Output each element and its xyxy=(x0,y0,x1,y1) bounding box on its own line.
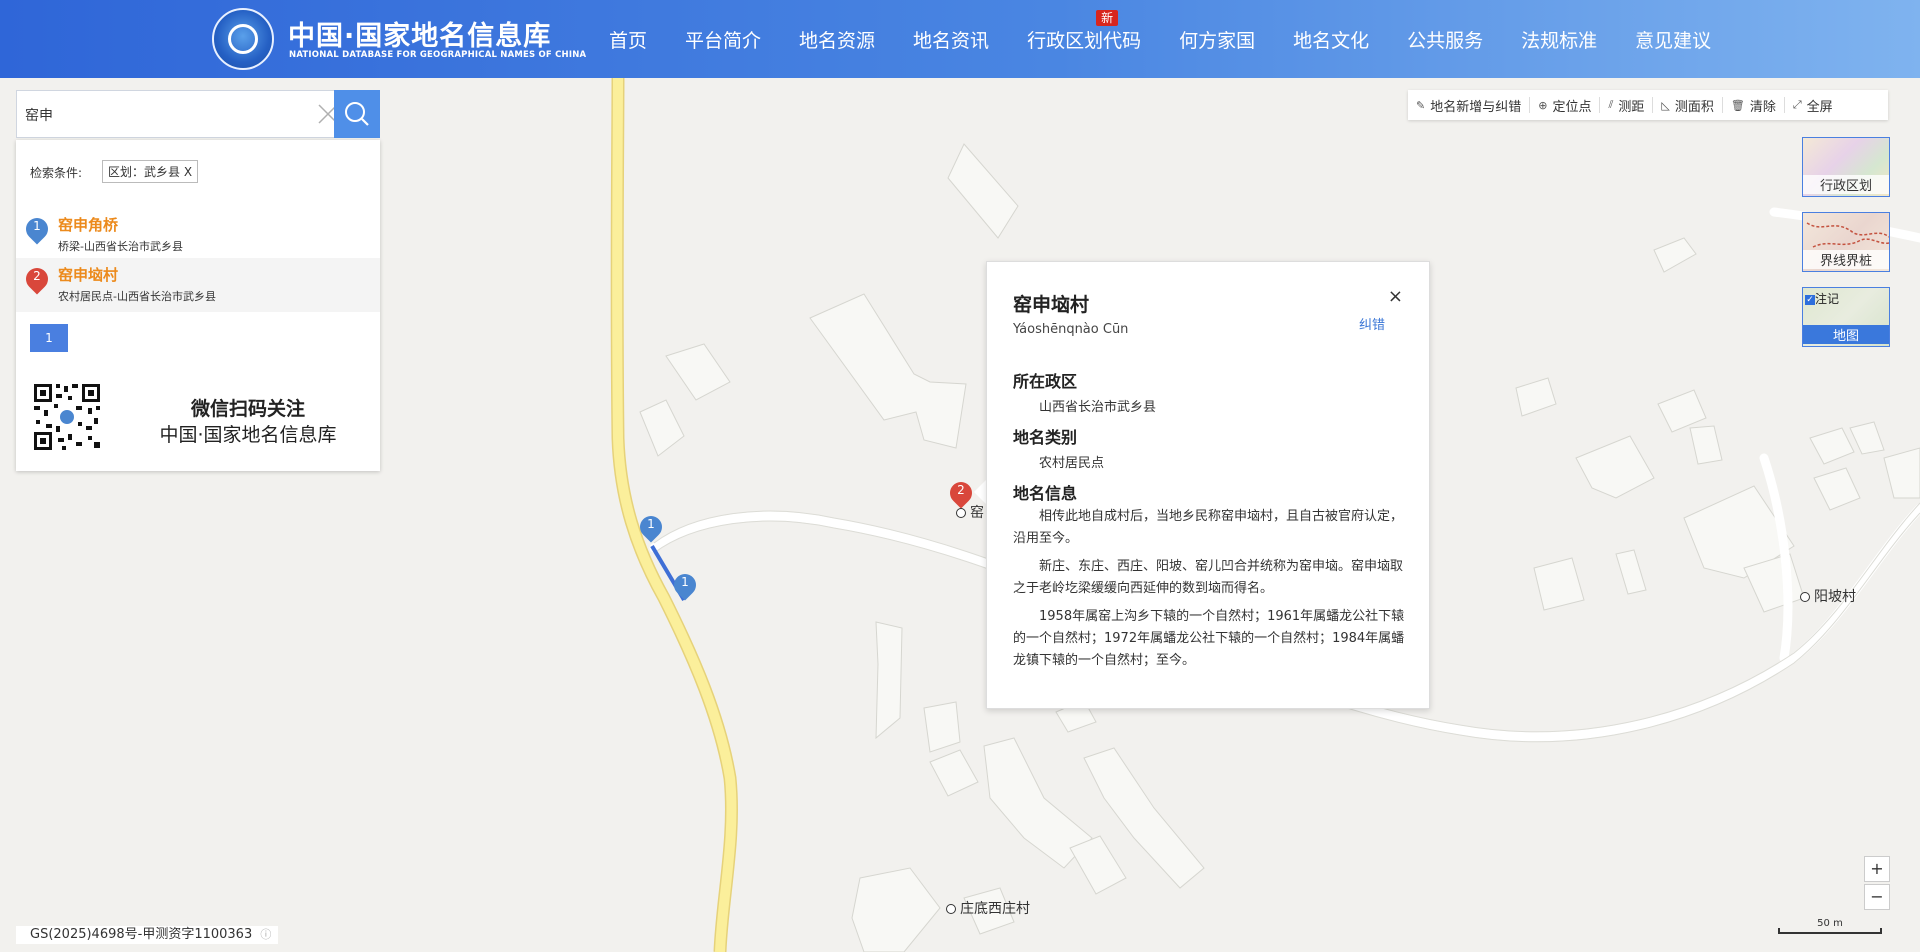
marker-number: 1 xyxy=(681,575,689,589)
map-place-label-zhuangdi[interactable]: 庄底西庄村 xyxy=(946,898,1030,918)
nav-feedback[interactable]: 意见建议 xyxy=(1616,26,1730,53)
result-item-1[interactable]: 1 窑申角桥 桥梁-山西省长治市武乡县 xyxy=(16,208,380,262)
nav-regulations[interactable]: 法规标准 xyxy=(1502,26,1616,53)
filter-tag[interactable]: 区划：武乡县 X xyxy=(102,160,199,183)
popup-pinyin: Yáoshēnqnào Cūn xyxy=(1013,322,1129,337)
boundary-lines-icon xyxy=(1806,222,1889,248)
site-title[interactable]: 中国·国家地名信息库 xyxy=(288,14,551,53)
copyright-notice: GS(2025)4698号-甲测资字1100363 ⓘ xyxy=(16,926,278,944)
result-number: 2 xyxy=(33,269,41,283)
nav-public-service[interactable]: 公共服务 xyxy=(1388,26,1502,53)
tool-label: 测距 xyxy=(1618,99,1645,115)
nav-admin-codes[interactable]: 行政区划代码 新 xyxy=(1008,9,1160,53)
info-paragraph-2: 新庄、东庄、西庄、阳坡、窑儿凹合并统称为窑申垴。窑申垴取之于老岭圪梁缓缓向西延伸… xyxy=(1013,559,1404,596)
type-heading: 地名类别 xyxy=(1013,428,1078,447)
search-icon xyxy=(345,102,369,126)
fullscreen-tool[interactable]: ⤢ 全屏 xyxy=(1785,97,1841,115)
result-desc: 农村居民点-山西省长治市武乡县 xyxy=(58,290,216,303)
map-place-label[interactable]: 窑 xyxy=(956,502,984,522)
result-desc: 桥梁-山西省长治市武乡县 xyxy=(58,240,183,253)
place-info-popup: 窑申垴村 Yáoshēnqnào Cūn × 纠错 所在政区 山西省长治市武乡县… xyxy=(986,261,1430,709)
info-paragraph-3: 1958年属窑上沟乡下辕的一个自然村；1961年属蟠龙公社下辕的一个自然村；19… xyxy=(1013,609,1405,668)
region-heading: 所在政区 xyxy=(1013,372,1078,391)
search-input[interactable] xyxy=(23,99,307,131)
search-results-panel: 检索条件: 区划：武乡县 X 1 窑申角桥 桥梁-山西省长治市武乡县 2 窑申垴… xyxy=(16,140,380,471)
result-name[interactable]: 窑申垴村 xyxy=(58,264,118,285)
header: 中国·国家地名信息库 NATIONAL DATABASE FOR GEOGRAP… xyxy=(0,0,1920,78)
site-subtitle: NATIONAL DATABASE FOR GEOGRAPHICAL NAMES… xyxy=(289,50,587,60)
zoom-in-button[interactable]: + xyxy=(1864,856,1890,882)
map-toolbar: ✎ 地名新增与纠错 ⊕ 定位点 ⫽ 测距 ◺ 测面积 🗑 清除 ⤢ 全屏 xyxy=(1408,90,1888,120)
filter-label: 检索条件: xyxy=(30,166,83,180)
new-badge: 新 xyxy=(1096,9,1119,26)
place-name: 阳坡村 xyxy=(1814,589,1856,605)
logo-emblem-icon[interactable] xyxy=(212,8,274,70)
popup-arrow xyxy=(974,480,986,504)
marker-number: 1 xyxy=(647,517,655,531)
crosshair-icon: ⊕ xyxy=(1538,98,1548,112)
nav-admin-codes-label: 行政区划代码 xyxy=(1027,29,1142,52)
ruler-icon: ⫽ xyxy=(1608,98,1614,111)
annotation-toggle[interactable]: ✓注记 xyxy=(1805,290,1839,307)
popup-title: 窑申垴村 xyxy=(1013,294,1090,316)
measure-area-tool[interactable]: ◺ 测面积 xyxy=(1653,97,1723,115)
result-number: 1 xyxy=(33,219,41,233)
layer-boundary[interactable]: 界线界桩 xyxy=(1802,212,1890,272)
scale-bar: 50 m xyxy=(1778,918,1882,934)
qr-title: 微信扫码关注 xyxy=(190,398,305,420)
marker-number: 2 xyxy=(957,483,965,497)
result-name[interactable]: 窑申角桥 xyxy=(58,214,118,235)
correct-link[interactable]: 纠错 xyxy=(1359,314,1385,333)
map-place-label-yangpo[interactable]: 阳坡村 xyxy=(1800,586,1856,606)
nav-intro[interactable]: 平台简介 xyxy=(666,26,780,53)
trash-icon: 🗑 xyxy=(1730,98,1745,112)
tool-label: 定位点 xyxy=(1552,99,1592,115)
nav-home[interactable]: 首页 xyxy=(590,26,666,53)
info-heading: 地名信息 xyxy=(1013,484,1078,503)
place-dot-icon xyxy=(956,508,966,518)
zoom-out-button[interactable]: − xyxy=(1864,884,1890,910)
scale-bar-line xyxy=(1778,928,1882,934)
place-dot-icon xyxy=(946,904,956,914)
tool-label: 全屏 xyxy=(1806,99,1833,115)
nav-culture[interactable]: 地名文化 xyxy=(1274,26,1388,53)
nav-news[interactable]: 地名资讯 xyxy=(894,26,1008,53)
close-icon[interactable]: × xyxy=(1388,286,1403,307)
annotation-label: 注记 xyxy=(1815,292,1840,306)
area-icon: ◺ xyxy=(1661,98,1670,112)
copyright-text: GS(2025)4698号-甲测资字1100363 xyxy=(30,927,253,942)
info-icon[interactable]: ⓘ xyxy=(260,928,271,941)
add-correct-tool[interactable]: ✎ 地名新增与纠错 xyxy=(1408,97,1531,115)
search-button[interactable] xyxy=(334,90,380,138)
place-name: 庄底西庄村 xyxy=(960,901,1030,917)
info-paragraph-1: 相传此地自成村后，当地乡民称窑申垴村，且自古被官府认定，沿用至今。 xyxy=(1013,509,1404,546)
layer-label: 地图 xyxy=(1803,325,1889,344)
place-dot-icon xyxy=(1800,592,1810,602)
type-value: 农村居民点 xyxy=(1039,456,1105,471)
main-nav: 首页 平台简介 地名资源 地名资讯 行政区划代码 新 何方家国 地名文化 公共服… xyxy=(590,0,1730,78)
place-name: 窑 xyxy=(970,505,984,521)
region-value: 山西省长治市武乡县 xyxy=(1039,400,1157,415)
qr-subtitle: 中国·国家地名信息库 xyxy=(159,424,337,446)
result-item-2[interactable]: 2 窑申垴村 农村居民点-山西省长治市武乡县 xyxy=(16,258,380,312)
layer-admin-division[interactable]: 行政区划 xyxy=(1802,137,1890,197)
page-button-1[interactable]: 1 xyxy=(30,324,68,352)
checkbox-checked-icon[interactable]: ✓ xyxy=(1805,294,1815,305)
layer-map[interactable]: ✓注记 地图 xyxy=(1802,287,1890,347)
tool-label: 地名新增与纠错 xyxy=(1430,99,1522,115)
tool-label: 清除 xyxy=(1749,99,1776,115)
edit-icon: ✎ xyxy=(1416,98,1426,112)
layer-label: 界线界桩 xyxy=(1803,250,1889,269)
nav-hometown[interactable]: 何方家国 xyxy=(1160,26,1274,53)
layer-label: 行政区划 xyxy=(1803,175,1889,194)
tool-label: 测面积 xyxy=(1674,99,1714,115)
clear-tool[interactable]: 🗑 清除 xyxy=(1723,97,1785,115)
nav-resources[interactable]: 地名资源 xyxy=(780,26,894,53)
measure-distance-tool[interactable]: ⫽ 测距 xyxy=(1600,97,1654,115)
search-box xyxy=(16,90,380,138)
qr-code-icon xyxy=(32,382,102,452)
locate-tool[interactable]: ⊕ 定位点 xyxy=(1530,97,1601,115)
fullscreen-icon: ⤢ xyxy=(1792,98,1802,111)
